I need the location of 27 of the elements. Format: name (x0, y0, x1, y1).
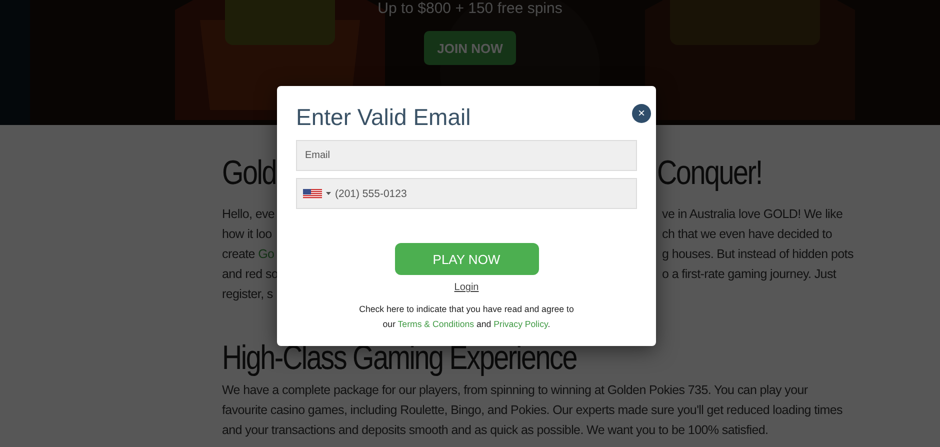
paragraph-text: create Go (222, 247, 274, 261)
paragraph-text: o a first-rate gaming journey. Just (662, 267, 836, 283)
paragraph-text: ch that we even have decided to (662, 227, 832, 243)
offer-text: Up to $800 + 150 free spins (378, 0, 562, 17)
paragraph-text: Hello, eve (222, 207, 275, 221)
join-button[interactable]: JOIN NOW (424, 31, 516, 65)
close-button[interactable]: × (632, 104, 651, 123)
login-link[interactable]: Login (454, 282, 479, 293)
paragraph-text: ve in Australia love GOLD! We like (662, 207, 843, 223)
paragraph-text: how it loo (222, 227, 272, 241)
email-field[interactable]: Email (296, 140, 637, 171)
paragraph-text: favourite casino games, including Roulette, Bingo, and Pokies. Our experts made sure you'll get reduced loading times (222, 403, 842, 419)
paragraph-text: register, s (222, 287, 273, 301)
policy-link[interactable]: Privacy Policy (494, 319, 548, 329)
flag-icon (303, 188, 322, 198)
heading: Gold (222, 153, 276, 193)
paragraph-text: g houses. But instead of hidden pots (662, 247, 854, 263)
consent-text: Check here to indicate that you have read and agree to our Terms & Conditions and Privacy Policy. (358, 303, 575, 331)
heading: High-Class Gaming Experience (222, 341, 578, 375)
heading: Conquer! (657, 153, 762, 193)
dialog-title: Enter Valid Email (296, 104, 471, 131)
play-button[interactable]: PLAY NOW (394, 243, 538, 275)
caret-icon (326, 192, 331, 196)
phone-field[interactable]: (201) 555-0123 (296, 178, 637, 209)
paragraph-text: and your transactions and deposits smooth and as quick as possible. We want you to be 100% satisfied. (222, 423, 768, 439)
paragraph-text: We have a complete package for our players, from spinning to winning at Golden Pokies 735. You can play your (222, 383, 808, 399)
policy-link[interactable]: Terms & Conditions (398, 319, 474, 329)
